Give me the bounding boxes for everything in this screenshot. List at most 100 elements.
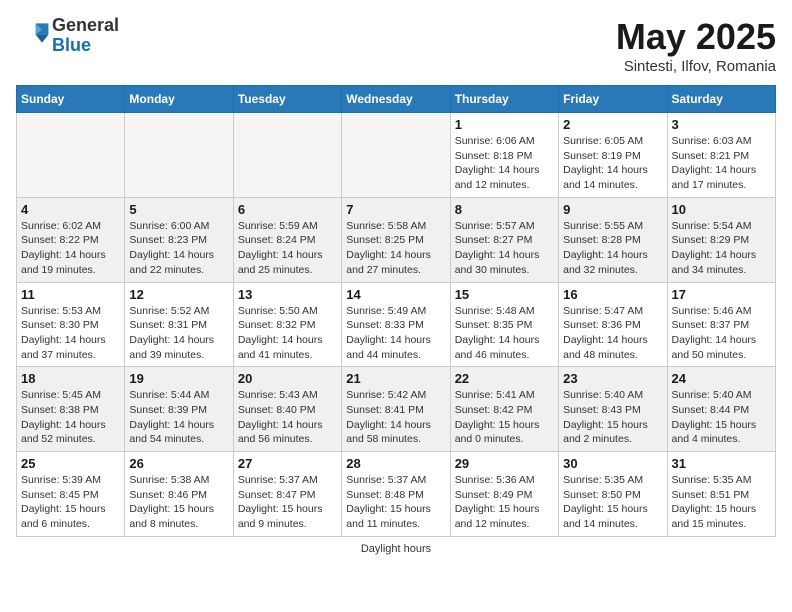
day-info: Sunrise: 5:52 AM Sunset: 8:31 PM Dayligh… bbox=[129, 304, 228, 363]
day-info: Sunrise: 5:54 AM Sunset: 8:29 PM Dayligh… bbox=[672, 219, 771, 278]
weekday-header-wednesday: Wednesday bbox=[342, 86, 450, 113]
calendar-cell: 20 Sunrise: 5:43 AM Sunset: 8:40 PM Dayli… bbox=[233, 367, 341, 452]
weekday-header-tuesday: Tuesday bbox=[233, 86, 341, 113]
day-info: Sunrise: 5:35 AM Sunset: 8:51 PM Dayligh… bbox=[672, 473, 771, 532]
day-info: Sunrise: 5:42 AM Sunset: 8:41 PM Dayligh… bbox=[346, 388, 445, 447]
calendar-week-row: 25 Sunrise: 5:39 AM Sunset: 8:45 PM Dayli… bbox=[17, 452, 776, 537]
calendar-cell: 23 Sunrise: 5:40 AM Sunset: 8:43 PM Dayli… bbox=[559, 367, 667, 452]
calendar-cell: 26 Sunrise: 5:38 AM Sunset: 8:46 PM Dayli… bbox=[125, 452, 233, 537]
calendar-cell: 30 Sunrise: 5:35 AM Sunset: 8:50 PM Dayli… bbox=[559, 452, 667, 537]
day-info: Sunrise: 6:03 AM Sunset: 8:21 PM Dayligh… bbox=[672, 134, 771, 193]
day-info: Sunrise: 5:57 AM Sunset: 8:27 PM Dayligh… bbox=[455, 219, 554, 278]
calendar-cell: 9 Sunrise: 5:55 AM Sunset: 8:28 PM Daylig… bbox=[559, 197, 667, 282]
weekday-header-sunday: Sunday bbox=[17, 86, 125, 113]
calendar-cell: 27 Sunrise: 5:37 AM Sunset: 8:47 PM Dayli… bbox=[233, 452, 341, 537]
day-info: Sunrise: 5:45 AM Sunset: 8:38 PM Dayligh… bbox=[21, 388, 120, 447]
day-info: Sunrise: 5:46 AM Sunset: 8:37 PM Dayligh… bbox=[672, 304, 771, 363]
calendar-cell bbox=[125, 113, 233, 198]
day-number: 14 bbox=[346, 287, 445, 302]
day-number: 24 bbox=[672, 371, 771, 386]
weekday-header-saturday: Saturday bbox=[667, 86, 775, 113]
day-number: 16 bbox=[563, 287, 662, 302]
calendar-cell bbox=[342, 113, 450, 198]
calendar-cell: 11 Sunrise: 5:53 AM Sunset: 8:30 PM Dayli… bbox=[17, 282, 125, 367]
calendar-cell: 22 Sunrise: 5:41 AM Sunset: 8:42 PM Dayli… bbox=[450, 367, 558, 452]
calendar-week-row: 11 Sunrise: 5:53 AM Sunset: 8:30 PM Dayli… bbox=[17, 282, 776, 367]
day-number: 13 bbox=[238, 287, 337, 302]
logo: General Blue bbox=[16, 16, 119, 56]
day-number: 19 bbox=[129, 371, 228, 386]
day-number: 4 bbox=[21, 202, 120, 217]
calendar-cell: 3 Sunrise: 6:03 AM Sunset: 8:21 PM Daylig… bbox=[667, 113, 775, 198]
day-info: Sunrise: 6:06 AM Sunset: 8:18 PM Dayligh… bbox=[455, 134, 554, 193]
calendar-cell: 2 Sunrise: 6:05 AM Sunset: 8:19 PM Daylig… bbox=[559, 113, 667, 198]
day-number: 7 bbox=[346, 202, 445, 217]
month-title: May 2025 bbox=[616, 16, 776, 58]
calendar-cell: 25 Sunrise: 5:39 AM Sunset: 8:45 PM Dayli… bbox=[17, 452, 125, 537]
day-number: 17 bbox=[672, 287, 771, 302]
day-info: Sunrise: 5:44 AM Sunset: 8:39 PM Dayligh… bbox=[129, 388, 228, 447]
day-number: 25 bbox=[21, 456, 120, 471]
calendar-cell: 8 Sunrise: 5:57 AM Sunset: 8:27 PM Daylig… bbox=[450, 197, 558, 282]
page-header: General Blue May 2025 Sintesti, Ilfov, R… bbox=[16, 16, 776, 75]
calendar-cell: 15 Sunrise: 5:48 AM Sunset: 8:35 PM Dayli… bbox=[450, 282, 558, 367]
day-info: Sunrise: 5:38 AM Sunset: 8:46 PM Dayligh… bbox=[129, 473, 228, 532]
calendar-cell: 1 Sunrise: 6:06 AM Sunset: 8:18 PM Daylig… bbox=[450, 113, 558, 198]
calendar-table: SundayMondayTuesdayWednesdayThursdayFrid… bbox=[16, 85, 776, 537]
day-number: 26 bbox=[129, 456, 228, 471]
day-number: 18 bbox=[21, 371, 120, 386]
day-info: Sunrise: 5:48 AM Sunset: 8:35 PM Dayligh… bbox=[455, 304, 554, 363]
calendar-cell: 19 Sunrise: 5:44 AM Sunset: 8:39 PM Dayli… bbox=[125, 367, 233, 452]
day-info: Sunrise: 5:35 AM Sunset: 8:50 PM Dayligh… bbox=[563, 473, 662, 532]
day-number: 5 bbox=[129, 202, 228, 217]
day-number: 27 bbox=[238, 456, 337, 471]
day-number: 29 bbox=[455, 456, 554, 471]
day-info: Sunrise: 5:55 AM Sunset: 8:28 PM Dayligh… bbox=[563, 219, 662, 278]
day-info: Sunrise: 5:53 AM Sunset: 8:30 PM Dayligh… bbox=[21, 304, 120, 363]
day-info: Sunrise: 5:37 AM Sunset: 8:47 PM Dayligh… bbox=[238, 473, 337, 532]
day-number: 23 bbox=[563, 371, 662, 386]
weekday-header-row: SundayMondayTuesdayWednesdayThursdayFrid… bbox=[17, 86, 776, 113]
calendar-cell: 6 Sunrise: 5:59 AM Sunset: 8:24 PM Daylig… bbox=[233, 197, 341, 282]
day-info: Sunrise: 5:40 AM Sunset: 8:43 PM Dayligh… bbox=[563, 388, 662, 447]
day-number: 10 bbox=[672, 202, 771, 217]
day-info: Sunrise: 5:39 AM Sunset: 8:45 PM Dayligh… bbox=[21, 473, 120, 532]
calendar-cell: 17 Sunrise: 5:46 AM Sunset: 8:37 PM Dayli… bbox=[667, 282, 775, 367]
calendar-cell: 29 Sunrise: 5:36 AM Sunset: 8:49 PM Dayli… bbox=[450, 452, 558, 537]
day-info: Sunrise: 5:43 AM Sunset: 8:40 PM Dayligh… bbox=[238, 388, 337, 447]
day-info: Sunrise: 5:50 AM Sunset: 8:32 PM Dayligh… bbox=[238, 304, 337, 363]
logo-blue-text: Blue bbox=[52, 35, 91, 55]
day-number: 8 bbox=[455, 202, 554, 217]
day-number: 1 bbox=[455, 117, 554, 132]
day-info: Sunrise: 5:49 AM Sunset: 8:33 PM Dayligh… bbox=[346, 304, 445, 363]
day-info: Sunrise: 5:59 AM Sunset: 8:24 PM Dayligh… bbox=[238, 219, 337, 278]
day-info: Sunrise: 5:41 AM Sunset: 8:42 PM Dayligh… bbox=[455, 388, 554, 447]
day-number: 3 bbox=[672, 117, 771, 132]
day-number: 9 bbox=[563, 202, 662, 217]
calendar-cell bbox=[233, 113, 341, 198]
day-number: 6 bbox=[238, 202, 337, 217]
title-block: May 2025 Sintesti, Ilfov, Romania bbox=[616, 16, 776, 75]
day-number: 30 bbox=[563, 456, 662, 471]
day-number: 20 bbox=[238, 371, 337, 386]
day-number: 22 bbox=[455, 371, 554, 386]
calendar-week-row: 1 Sunrise: 6:06 AM Sunset: 8:18 PM Daylig… bbox=[17, 113, 776, 198]
day-info: Sunrise: 5:47 AM Sunset: 8:36 PM Dayligh… bbox=[563, 304, 662, 363]
day-info: Sunrise: 6:05 AM Sunset: 8:19 PM Dayligh… bbox=[563, 134, 662, 193]
calendar-cell: 13 Sunrise: 5:50 AM Sunset: 8:32 PM Dayli… bbox=[233, 282, 341, 367]
day-info: Sunrise: 6:02 AM Sunset: 8:22 PM Dayligh… bbox=[21, 219, 120, 278]
day-info: Sunrise: 5:36 AM Sunset: 8:49 PM Dayligh… bbox=[455, 473, 554, 532]
day-number: 2 bbox=[563, 117, 662, 132]
day-number: 15 bbox=[455, 287, 554, 302]
calendar-cell bbox=[17, 113, 125, 198]
location-subtitle: Sintesti, Ilfov, Romania bbox=[616, 58, 776, 75]
calendar-cell: 16 Sunrise: 5:47 AM Sunset: 8:36 PM Dayli… bbox=[559, 282, 667, 367]
calendar-cell: 28Sunrise: 5:37 AM Sunset: 8:48 PM Dayli… bbox=[342, 452, 450, 537]
calendar-cell: 21Sunrise: 5:42 AM Sunset: 8:41 PM Dayli… bbox=[342, 367, 450, 452]
calendar-cell: 14 Sunrise: 5:49 AM Sunset: 8:33 PM Dayli… bbox=[342, 282, 450, 367]
day-number: 11 bbox=[21, 287, 120, 302]
logo-icon bbox=[18, 19, 50, 47]
calendar-week-row: 18 Sunrise: 5:45 AM Sunset: 8:38 PM Dayli… bbox=[17, 367, 776, 452]
weekday-header-friday: Friday bbox=[559, 86, 667, 113]
calendar-cell: 10 Sunrise: 5:54 AM Sunset: 8:29 PM Dayli… bbox=[667, 197, 775, 282]
